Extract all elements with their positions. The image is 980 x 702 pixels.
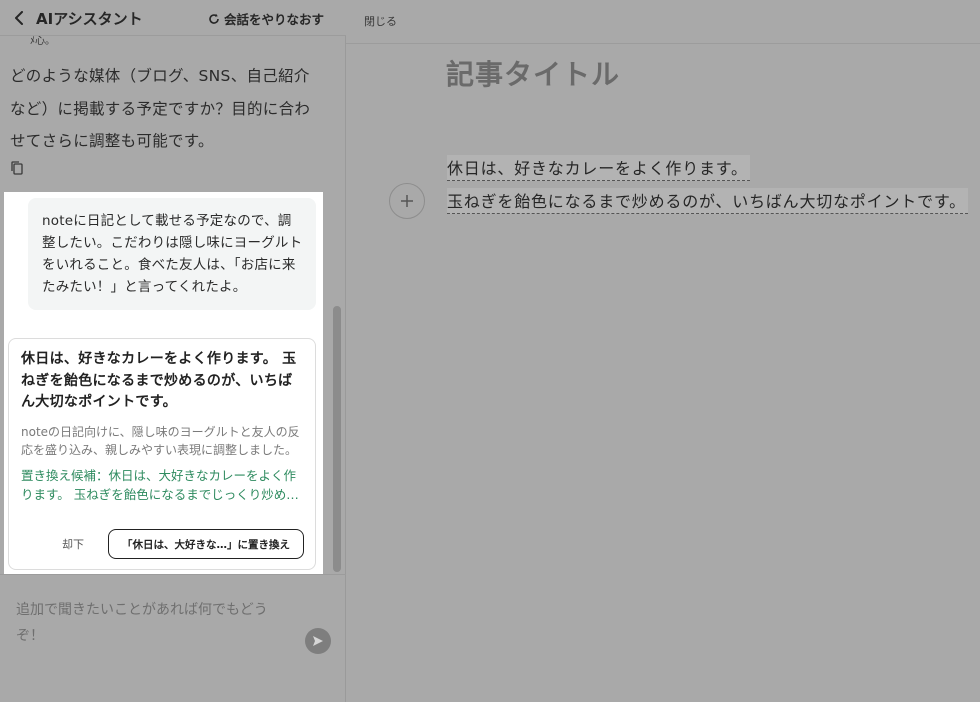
refresh-icon — [209, 13, 219, 24]
replacement-candidate: 置き換え候補：休日は、大好きなカレーをよく作ります。 玉ねぎを飴色になるまでじっ… — [21, 467, 299, 502]
body-line[interactable]: 休日は、好きなカレーをよく作ります。 — [447, 155, 750, 181]
assistant-title: AIアシスタント — [36, 10, 143, 28]
highlighted-region: noteに日記として載せる予定なので、調整したい。こだわりは隠し味にヨーグルトを… — [4, 192, 323, 574]
user-message-bubble: noteに日記として載せる予定なので、調整したい。こだわりは隠し味にヨーグルトを… — [28, 198, 316, 310]
chevron-left-icon[interactable] — [12, 10, 26, 26]
editor-panel: 閉じる 記事タイトル 休日は、好きなカレーをよく作ります。 玉ねぎを飴色になるま… — [346, 0, 980, 702]
restart-label: 会話をやりなおす — [223, 12, 324, 27]
assistant-header: AIアシスタント 会話をやりなおす — [0, 0, 346, 36]
clipped-text: ﾒ心。 — [30, 36, 55, 47]
chat-scrollbar[interactable] — [333, 306, 341, 572]
suggestion-title: 休日は、好きなカレーをよく作ります。 玉ねぎを飴色になるまで炒めるのが、いちばん… — [21, 351, 297, 410]
suggestion-card: 休日は、好きなカレーをよく作ります。 玉ねぎを飴色になるまで炒めるのが、いちばん… — [8, 338, 316, 570]
plus-icon — [401, 195, 413, 207]
replace-button[interactable]: 「休日は、大好きな…」に置き換え — [108, 529, 304, 559]
ai-message: どのような媒体（ブログ、SNS、自己紹介など）に掲載する予定ですか？目的に合わせ… — [10, 67, 311, 150]
suggestion-actions: 却下 「休日は、大好きな…」に置き換え — [9, 529, 315, 559]
reject-button[interactable]: 却下 — [53, 529, 93, 559]
assistant-panel: AIアシスタント 会話をやりなおす ﾒ心。 どのような媒体（ブログ、SNS、自己… — [0, 0, 346, 702]
chat-input[interactable]: 追加で聞きたいことがあれば何でもどうぞ！ — [16, 597, 286, 649]
close-button[interactable]: 閉じる — [364, 13, 397, 29]
article-title[interactable]: 記事タイトル — [446, 53, 620, 93]
chat-input-area: 追加で聞きたいことがあれば何でもどうぞ！ — [0, 574, 346, 702]
body-line[interactable]: 玉ねぎを飴色になるまで炒めるのが、いちばん大切なポイントです。 — [447, 188, 968, 214]
restart-conversation-button[interactable]: 会話をやりなおす — [208, 9, 324, 28]
editor-header: 閉じる — [346, 0, 980, 44]
send-icon — [313, 636, 323, 646]
copy-icon[interactable] — [10, 160, 24, 176]
chat-scroll-area[interactable]: ﾒ心。 どのような媒体（ブログ、SNS、自己紹介など）に掲載する予定ですか？目的… — [0, 36, 346, 574]
send-button[interactable] — [305, 628, 331, 654]
add-block-button[interactable] — [389, 183, 425, 219]
suggestion-description: noteの日記向けに、隠し味のヨーグルトと友人の反応を盛り込み、親しみやすい表現… — [21, 424, 300, 458]
